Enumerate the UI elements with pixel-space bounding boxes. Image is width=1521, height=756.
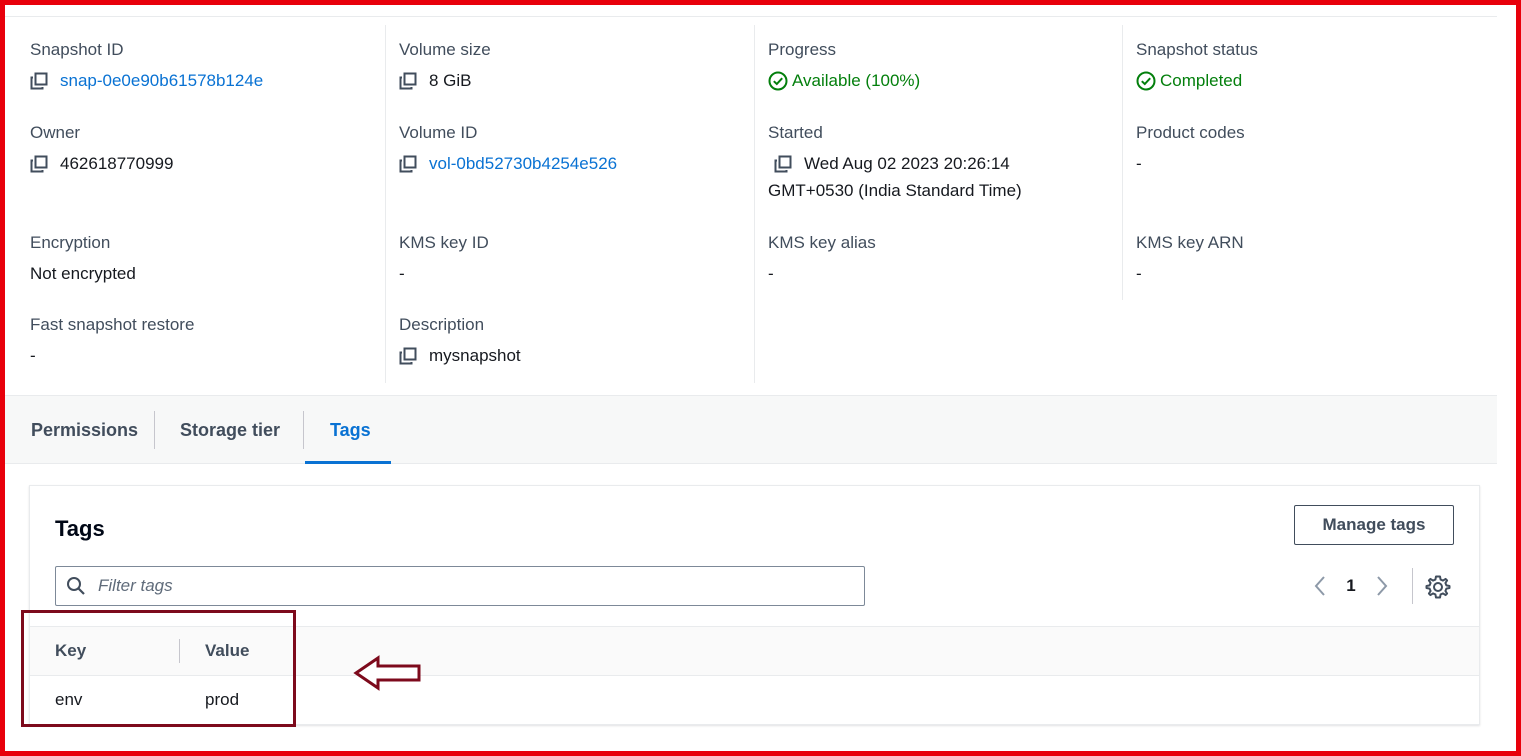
description-value: mysnapshot bbox=[399, 342, 521, 369]
product-codes-value: - bbox=[1136, 150, 1142, 177]
encryption-text: Not encrypted bbox=[30, 264, 136, 283]
started-text-line2: GMT+0530 (India Standard Time) bbox=[768, 181, 1022, 200]
volume-size-value: 8 GiB bbox=[399, 67, 472, 94]
fast-snapshot-restore-label: Fast snapshot restore bbox=[30, 315, 195, 334]
current-page-number[interactable]: 1 bbox=[1332, 576, 1370, 596]
copy-icon[interactable] bbox=[399, 155, 417, 173]
owner-text: 462618770999 bbox=[60, 154, 174, 173]
kms-key-alias-label: KMS key alias bbox=[768, 233, 876, 252]
tags-table-header: Key Value bbox=[30, 626, 1479, 676]
progress-text: Available (100%) bbox=[792, 71, 921, 90]
started-value: Wed Aug 02 2023 20:26:14 bbox=[774, 150, 1010, 177]
description-text: mysnapshot bbox=[429, 346, 521, 365]
tab-storage-tier[interactable]: Storage tier bbox=[180, 396, 280, 464]
tab-tags[interactable]: Tags bbox=[330, 396, 371, 464]
snapshot-status-value: Completed bbox=[1136, 67, 1242, 94]
tags-panel-title: Tags bbox=[55, 516, 105, 541]
copy-icon[interactable] bbox=[774, 155, 792, 173]
kms-key-id-label: KMS key ID bbox=[399, 233, 489, 252]
manage-tags-button[interactable]: Manage tags bbox=[1294, 505, 1454, 545]
pagination-divider bbox=[1412, 568, 1413, 604]
started-label: Started bbox=[768, 123, 823, 142]
kms-key-arn-text: - bbox=[1136, 264, 1142, 283]
product-codes-label: Product codes bbox=[1136, 123, 1245, 142]
tag-value-cell: prod bbox=[205, 690, 240, 709]
snapshot-status-text: Completed bbox=[1160, 71, 1243, 90]
kms-key-alias-text: - bbox=[768, 264, 774, 283]
description-label: Description bbox=[399, 315, 485, 334]
kms-key-arn-label: KMS key ARN bbox=[1136, 233, 1244, 252]
owner-value: 462618770999 bbox=[30, 150, 173, 177]
previous-page-button[interactable] bbox=[1308, 571, 1332, 601]
started-value-line2: GMT+0530 (India Standard Time) bbox=[768, 177, 1022, 204]
snapshot-id-label: Snapshot ID bbox=[30, 40, 124, 59]
table-row: env prod bbox=[30, 676, 1479, 726]
progress-label: Progress bbox=[768, 40, 837, 59]
snapshot-details: Snapshot ID snap-0e0e90b61578b124e Owner… bbox=[5, 17, 1497, 395]
volume-id-label: Volume ID bbox=[399, 123, 478, 142]
kms-key-id-value: - bbox=[399, 260, 405, 287]
tab-permissions[interactable]: Permissions bbox=[31, 396, 138, 464]
snapshot-id-link[interactable]: snap-0e0e90b61578b124e bbox=[60, 67, 263, 94]
success-check-icon bbox=[1136, 71, 1156, 90]
fast-snapshot-restore-value: - bbox=[30, 342, 36, 369]
column-header-value[interactable]: Value bbox=[205, 627, 249, 675]
volume-id-value: vol-0bd52730b4254e526 bbox=[399, 150, 617, 177]
settings-gear-icon[interactable] bbox=[1425, 574, 1451, 600]
kms-key-arn-value: - bbox=[1136, 260, 1142, 287]
details-column-4: Snapshot status Completed Product codes … bbox=[1122, 25, 1491, 300]
chevron-right-icon bbox=[1377, 576, 1388, 596]
copy-icon[interactable] bbox=[399, 347, 417, 365]
details-column-2: Volume size 8 GiB Volume ID vol-0bd52730… bbox=[385, 25, 754, 383]
started-text-line1: Wed Aug 02 2023 20:26:14 bbox=[804, 154, 1010, 173]
tab-divider bbox=[303, 411, 304, 449]
volume-size-text: 8 GiB bbox=[429, 71, 472, 90]
chevron-left-icon bbox=[1314, 576, 1325, 596]
search-icon bbox=[67, 577, 85, 595]
snapshot-id-value: snap-0e0e90b61578b124e bbox=[30, 67, 263, 94]
volume-id-link[interactable]: vol-0bd52730b4254e526 bbox=[429, 150, 617, 177]
copy-icon[interactable] bbox=[399, 72, 417, 90]
kms-key-id-text: - bbox=[399, 264, 405, 283]
pagination: 1 bbox=[1308, 571, 1394, 601]
active-tab-indicator bbox=[305, 461, 391, 464]
annotation-arrow-icon bbox=[353, 655, 421, 691]
copy-icon[interactable] bbox=[30, 72, 48, 90]
copy-icon[interactable] bbox=[30, 155, 48, 173]
next-page-button[interactable] bbox=[1370, 571, 1394, 601]
success-check-icon bbox=[768, 71, 788, 90]
fast-snapshot-restore-text: - bbox=[30, 346, 36, 365]
tab-divider bbox=[154, 411, 155, 449]
progress-value: Available (100%) bbox=[768, 67, 920, 94]
column-resizer[interactable] bbox=[179, 639, 180, 663]
snapshot-status-label: Snapshot status bbox=[1136, 40, 1258, 59]
product-codes-text: - bbox=[1136, 154, 1142, 173]
volume-size-label: Volume size bbox=[399, 40, 491, 59]
tags-panel: Tags Manage tags 1 Key Value env prod bbox=[29, 485, 1480, 725]
details-column-3: Progress Available (100%) Started Wed Au… bbox=[754, 25, 1123, 383]
tag-key-cell: env bbox=[55, 690, 83, 709]
column-header-key[interactable]: Key bbox=[55, 627, 86, 675]
encryption-value: Not encrypted bbox=[30, 260, 136, 287]
kms-key-alias-value: - bbox=[768, 260, 774, 287]
tabs-bar: Permissions Storage tier Tags bbox=[5, 395, 1497, 464]
filter-tags-input[interactable] bbox=[96, 575, 840, 597]
encryption-label: Encryption bbox=[30, 233, 111, 252]
owner-label: Owner bbox=[30, 123, 81, 142]
filter-tags-field[interactable] bbox=[55, 566, 865, 606]
